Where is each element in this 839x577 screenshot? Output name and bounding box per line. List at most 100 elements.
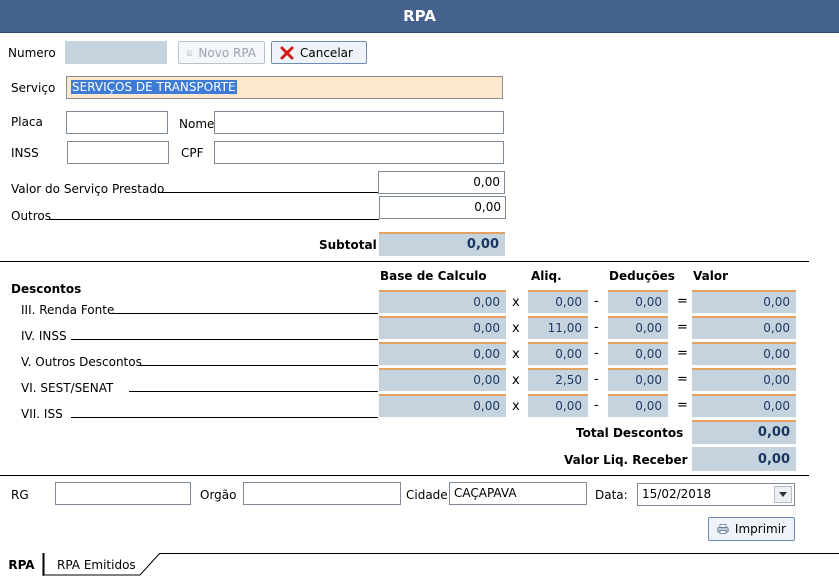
data-label: Data:: [595, 488, 628, 502]
inss-label: INSS: [11, 146, 39, 160]
chevron-down-icon: [779, 492, 787, 497]
document-icon: [187, 49, 193, 56]
row-label: IV. INSS: [21, 329, 67, 343]
numero-field: [65, 41, 167, 64]
row-valor: 0,00: [692, 316, 796, 339]
times-sign: x: [512, 373, 520, 388]
header-deducoes: Deduções: [609, 269, 675, 283]
row-aliq: 2,50: [528, 368, 588, 391]
imprimir-button[interactable]: Imprimir: [708, 517, 795, 541]
calendar-dropdown-button[interactable]: [774, 486, 792, 503]
row-valor: 0,00: [692, 342, 796, 365]
row-valor: 0,00: [692, 290, 796, 313]
row-line: [71, 417, 378, 418]
section-divider: [0, 261, 809, 262]
cancelar-button[interactable]: Cancelar: [271, 41, 367, 64]
tab-bar: RPA RPA Emitidos: [0, 553, 839, 577]
tab-rpa-emitidos[interactable]: RPA Emitidos: [49, 554, 144, 576]
row-line: [129, 391, 378, 392]
row-line: [71, 339, 378, 340]
cpf-input[interactable]: [214, 141, 504, 164]
cidade-label: Cidade: [406, 488, 448, 502]
date-picker[interactable]: 15/02/2018: [637, 483, 795, 506]
row-label: VII. ISS: [21, 407, 63, 421]
inss-input[interactable]: [67, 141, 169, 164]
row-base: 0,00: [379, 316, 506, 339]
novo-rpa-label: Novo RPA: [198, 45, 256, 60]
row-base: 0,00: [379, 368, 506, 391]
header-base: Base de Calculo: [380, 269, 487, 283]
total-descontos-value: 0,00: [692, 420, 796, 444]
row-deducoes: 0,00: [608, 394, 668, 417]
minus-sign: -: [594, 320, 599, 335]
descontos-title: Descontos: [11, 282, 82, 296]
times-sign: x: [512, 347, 520, 362]
cpf-label: CPF: [181, 146, 204, 160]
row-label: VI. SEST/SENAT: [21, 381, 114, 395]
minus-sign: -: [594, 346, 599, 361]
footer-divider: [0, 475, 809, 476]
nome-input[interactable]: [214, 111, 504, 134]
equals-sign: =: [677, 346, 688, 361]
minus-sign: -: [594, 398, 599, 413]
outros-line: [49, 219, 379, 220]
total-descontos-label: Total Descontos: [576, 426, 684, 440]
date-value: 15/02/2018: [642, 487, 712, 501]
row-line: [139, 365, 378, 366]
servico-input[interactable]: SERVIÇOS DE TRANSPORTE: [66, 76, 503, 99]
servico-label: Serviço: [11, 81, 56, 95]
row-base: 0,00: [379, 290, 506, 313]
valor-liquido-label: Valor Liq. Receber: [564, 453, 688, 467]
subtotal-label: Subtotal: [319, 238, 377, 252]
orgao-label: Orgão: [200, 488, 237, 502]
valor-liquido-value: 0,00: [692, 447, 796, 471]
valor-servico-input[interactable]: 0,00: [378, 171, 505, 194]
equals-sign: =: [677, 320, 688, 335]
row-deducoes: 0,00: [608, 290, 668, 313]
tab-rpa[interactable]: RPA: [0, 554, 43, 576]
cidade-input[interactable]: CAÇAPAVA: [449, 482, 587, 505]
header-valor: Valor: [693, 269, 729, 283]
title-bar: RPA: [0, 0, 839, 33]
equals-sign: =: [677, 398, 688, 413]
row-line: [113, 313, 378, 314]
printer-icon: [717, 524, 729, 534]
minus-sign: -: [594, 372, 599, 387]
row-label: III. Renda Fonte: [21, 303, 115, 317]
equals-sign: =: [677, 294, 688, 309]
subtotal-value: 0,00: [379, 232, 505, 256]
equals-sign: =: [677, 372, 688, 387]
row-valor: 0,00: [692, 394, 796, 417]
row-deducoes: 0,00: [608, 368, 668, 391]
row-label: V. Outros Descontos: [21, 355, 142, 369]
row-deducoes: 0,00: [608, 342, 668, 365]
outros-label: Outros: [11, 209, 52, 223]
outros-input[interactable]: 0,00: [379, 196, 506, 219]
window-title: RPA: [403, 7, 436, 25]
rg-label: RG: [11, 488, 29, 502]
close-icon: [280, 46, 294, 59]
nome-label: Nome: [179, 117, 215, 131]
orgao-input[interactable]: [243, 482, 401, 505]
valor-servico-line: [158, 192, 378, 193]
novo-rpa-button[interactable]: Novo RPA: [178, 41, 265, 64]
servico-value: SERVIÇOS DE TRANSPORTE: [71, 80, 237, 94]
row-base: 0,00: [379, 342, 506, 365]
times-sign: x: [512, 295, 520, 310]
row-aliq: 0,00: [528, 394, 588, 417]
valor-servico-label: Valor do Serviço Prestado: [11, 182, 165, 196]
row-base: 0,00: [379, 394, 506, 417]
row-aliq: 11,00: [528, 316, 588, 339]
rg-input[interactable]: [55, 482, 191, 505]
row-aliq: 0,00: [528, 342, 588, 365]
minus-sign: -: [594, 294, 599, 309]
times-sign: x: [512, 321, 520, 336]
numero-label: Numero: [8, 46, 56, 60]
placa-input[interactable]: [66, 111, 168, 134]
header-aliq: Aliq.: [531, 269, 562, 283]
placa-label: Placa: [11, 115, 43, 129]
row-valor: 0,00: [692, 368, 796, 391]
imprimir-label: Imprimir: [734, 522, 786, 536]
times-sign: x: [512, 399, 520, 414]
row-aliq: 0,00: [528, 290, 588, 313]
